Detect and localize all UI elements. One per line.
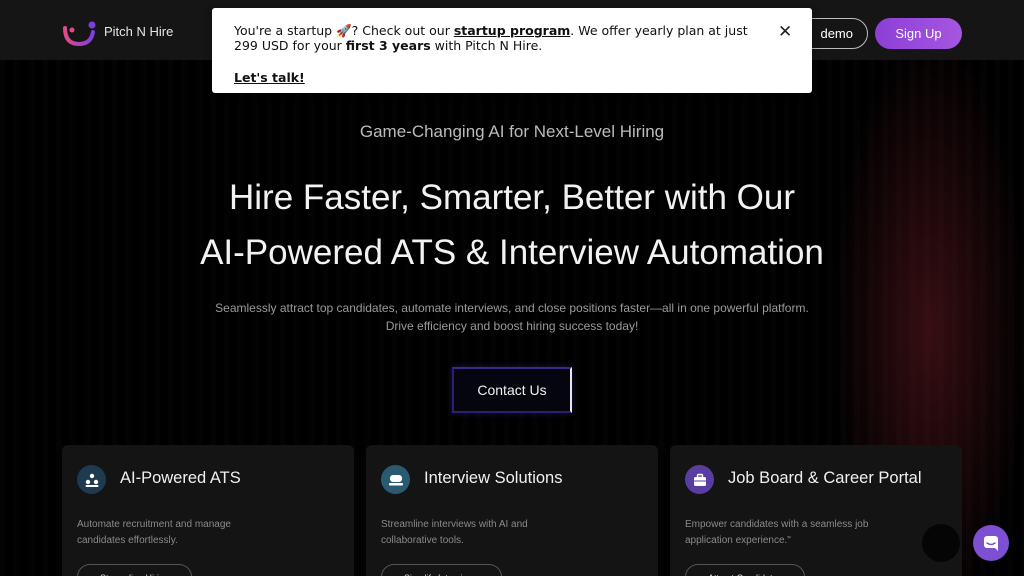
card-description: Streamline interviews with AI and collab… [381, 519, 528, 546]
attract-candidates-button[interactable]: Attract Candidates [685, 564, 806, 576]
card-ai-ats: AI-Powered ATS Automate recruitment and … [62, 445, 354, 576]
contact-us-button[interactable]: Contact Us [452, 367, 572, 413]
card-description: Automate recruitment and manage candidat… [77, 519, 231, 546]
simplify-interviews-button[interactable]: Simplify Interviews [381, 564, 502, 576]
banner-message: You're a startup 🚀? Check out our startu… [234, 23, 748, 53]
close-icon[interactable]: ✕ [778, 22, 792, 42]
hero-title: Hire Faster, Smarter, Better with Our AI… [200, 178, 824, 272]
card-title: Interview Solutions [424, 469, 563, 487]
sign-up-button[interactable]: Sign Up [875, 18, 962, 49]
streamline-hiring-button[interactable]: Streamline Hiring [77, 564, 193, 576]
card-description: Empower candidates with a seamless job a… [685, 519, 869, 546]
startup-program-link[interactable]: startup program [454, 23, 570, 38]
chat-bubble-icon [381, 465, 410, 494]
chat-launcher-button[interactable] [973, 525, 1009, 561]
card-interview-solutions: Interview Solutions Streamline interview… [366, 445, 658, 576]
people-icon [77, 465, 106, 494]
floating-widget-button[interactable] [922, 524, 960, 562]
briefcase-icon [685, 465, 714, 494]
startup-banner: You're a startup 🚀? Check out our startu… [212, 8, 812, 93]
card-job-board: Job Board & Career Portal Empower candid… [670, 445, 962, 576]
card-title: Job Board & Career Portal [728, 469, 922, 487]
chat-icon [984, 536, 998, 551]
brand-name[interactable]: Pitch N Hire [104, 24, 173, 39]
hero-tagline: Game-Changing AI for Next-Level Hiring [359, 122, 665, 141]
lets-talk-link[interactable]: Let's talk! [234, 70, 305, 85]
logo-icon[interactable] [62, 20, 98, 46]
hero-subtitle: Seamlessly attract top candidates, autom… [215, 301, 809, 333]
card-title: AI-Powered ATS [120, 469, 241, 487]
